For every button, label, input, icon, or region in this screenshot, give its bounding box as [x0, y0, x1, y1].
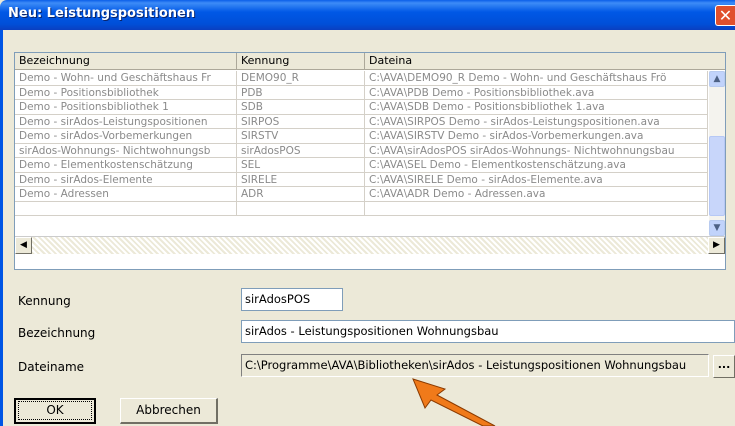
scroll-left-icon[interactable]: ◀	[15, 237, 32, 254]
title-bar: Neu: Leistungspositionen ✕	[0, 0, 735, 30]
row-kennung: DEMO90_R	[237, 71, 365, 86]
row-bezeichnung: sirAdos-Wohnungs- Nichtwohnungsb	[15, 143, 237, 158]
list-row[interactable]: Demo - Positionsbibliothek 1 SDB C:\AVA\SD…	[15, 100, 708, 115]
browse-button[interactable]: ...	[713, 355, 735, 378]
list-rows: Demo - Wohn- und Geschäftshaus Fr DEMO90_…	[15, 71, 708, 301]
scroll-right-icon[interactable]: ▶	[708, 237, 725, 254]
row-kennung	[237, 201, 365, 216]
scroll-up-icon[interactable]: ▲	[709, 71, 725, 87]
list-row[interactable]: Demo - Wohn- und Geschäftshaus Fr DEMO90_…	[15, 71, 708, 86]
row-dateiname: C:\AVA\SIRSTV Demo - sirAdos-Vorbemerkun…	[365, 129, 708, 144]
row-dateiname: C:\AVA\DEMO90_R Demo - Wohn- und Geschäf…	[365, 71, 708, 86]
horizontal-scrollbar[interactable]: ◀ ▶	[15, 236, 725, 254]
row-bezeichnung: Demo - Adressen	[15, 187, 237, 202]
row-kennung: SIRSTV	[237, 129, 365, 144]
row-kennung: SIRPOS	[237, 114, 365, 129]
row-dateiname: C:\AVA\ADR Demo - Adressen.ava	[365, 187, 708, 202]
list-row[interactable]: sirAdos-Wohnungs- Nichtwohnungsb sirAdosP…	[15, 143, 708, 158]
list-row[interactable]: Demo - Positionsbibliothek PDB C:\AVA\PDB …	[15, 85, 708, 100]
row-kennung: SEL	[237, 158, 365, 173]
row-bezeichnung: Demo - sirAdos-Leistungspositionen	[15, 114, 237, 129]
row-bezeichnung: Demo - Positionsbibliothek	[15, 85, 237, 100]
row-kennung: SIRELE	[237, 172, 365, 187]
ok-button-label: OK	[18, 401, 92, 420]
list-row[interactable]: Demo - Elementkostenschätzung SEL C:\AVA\S…	[15, 158, 708, 173]
row-dateiname: C:\AVA\SIRELE Demo - sirAdos-Elemente.av…	[365, 172, 708, 187]
dateiname-label: Dateiname	[18, 360, 85, 374]
column-header-kennung[interactable]: Kennung	[237, 53, 365, 70]
row-bezeichnung	[15, 201, 237, 216]
row-kennung: ADR	[237, 187, 365, 202]
row-kennung: SDB	[237, 100, 365, 115]
row-bezeichnung: Demo - Elementkostenschätzung	[15, 158, 237, 173]
row-kennung: sirAdosPOS	[237, 143, 365, 158]
bezeichnung-input[interactable]: sirAdos - Leistungspositionen Wohnungsba…	[241, 320, 735, 343]
kennung-input[interactable]: sirAdosPOS	[241, 288, 343, 311]
bezeichnung-label: Bezeichnung	[18, 326, 96, 340]
column-header-dateiname[interactable]: Dateina	[365, 53, 725, 70]
column-header-bezeichnung[interactable]: Bezeichnung	[15, 53, 237, 70]
row-dateiname: C:\AVA\sirAdosPOS sirAdos-Wohnungs- Nich…	[365, 143, 708, 158]
row-bezeichnung: Demo - Wohn- und Geschäftshaus Fr	[15, 71, 237, 86]
row-dateiname: C:\AVA\SDB Demo - Positionsbibliothek 1.…	[365, 100, 708, 115]
library-list[interactable]: Bezeichnung Kennung Dateina Demo - Wohn-…	[14, 52, 726, 270]
orange-arrow-icon	[412, 378, 496, 426]
window-title: Neu: Leistungspositionen	[8, 6, 196, 21]
row-bezeichnung: Demo - Positionsbibliothek 1	[15, 100, 237, 115]
row-dateiname: C:\AVA\SIRPOS Demo - sirAdos-Leistungspo…	[365, 114, 708, 129]
dateiname-field: C:\Programme\AVA\Bibliotheken\sirAdos - …	[241, 354, 709, 377]
vertical-scrollbar[interactable]: ▲ ▼	[709, 71, 725, 236]
kennung-label: Kennung	[18, 294, 71, 308]
row-bezeichnung: Demo - sirAdos-Vorbemerkungen	[15, 129, 237, 144]
row-bezeichnung: Demo - sirAdos-Elemente	[15, 172, 237, 187]
list-row[interactable]: Demo - Adressen ADR C:\AVA\ADR Demo - Adre…	[15, 187, 708, 202]
list-row[interactable]: Demo - sirAdos-Leistungspositionen SIRPOS…	[15, 114, 708, 129]
scroll-track[interactable]	[32, 237, 708, 254]
list-header: Bezeichnung Kennung Dateina	[15, 53, 725, 70]
close-icon[interactable]: ✕	[715, 5, 735, 26]
scroll-thumb[interactable]	[709, 136, 725, 216]
ok-button[interactable]: OK	[14, 398, 96, 424]
list-row[interactable]	[15, 201, 708, 216]
cancel-button[interactable]: Abbrechen	[120, 398, 218, 424]
row-dateiname: C:\AVA\SEL Demo - Elementkostenschätzung…	[365, 158, 708, 173]
row-dateiname: C:\AVA\PDB Demo - Positionsbibliothek.av…	[365, 85, 708, 100]
list-row[interactable]: Demo - sirAdos-Vorbemerkungen SIRSTV C:\AV…	[15, 129, 708, 144]
list-row[interactable]: Demo - sirAdos-Elemente SIRELE C:\AVA\SIRE…	[15, 172, 708, 187]
row-dateiname	[365, 201, 708, 216]
scroll-down-icon[interactable]: ▼	[709, 220, 725, 236]
row-kennung: PDB	[237, 85, 365, 100]
